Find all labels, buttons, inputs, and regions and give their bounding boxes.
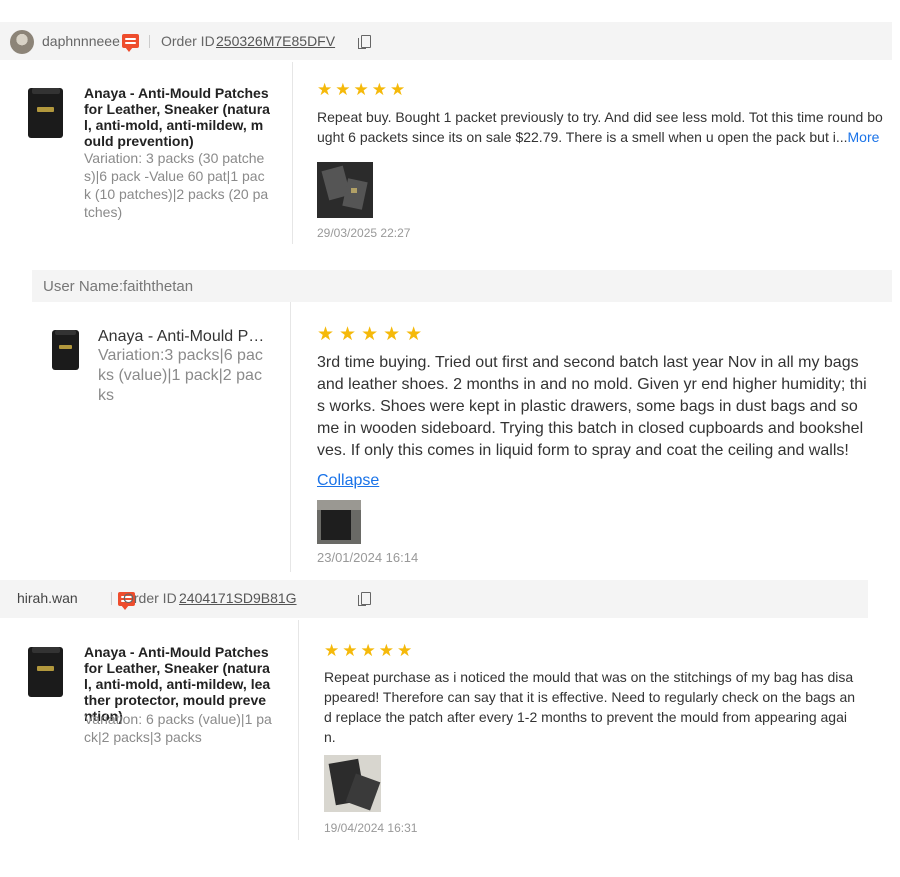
product-variation: Variation: 3 packs (30 patches)|6 pack -… <box>84 150 269 220</box>
order-id-label: Order ID <box>123 590 177 606</box>
username[interactable]: daphnnneee <box>42 33 120 49</box>
review-date: 29/03/2025 22:27 <box>317 226 411 240</box>
order-id-label: Order ID <box>161 33 215 49</box>
header-divider <box>149 35 150 48</box>
review-photo[interactable] <box>317 500 361 544</box>
product-image[interactable] <box>28 88 63 138</box>
column-divider <box>290 302 291 572</box>
copy-icon[interactable] <box>358 35 372 49</box>
order-id-link[interactable]: 250326M7E85DFV <box>216 33 335 49</box>
review-photo[interactable] <box>317 162 373 218</box>
product-variation: Variation:3 packs|6 packs (value)|1 pack… <box>98 347 263 404</box>
star-rating: ★★★★★ <box>317 324 428 345</box>
review-date: 23/01/2024 16:14 <box>317 550 419 565</box>
review-body: Repeat buy. Bought 1 packet previously t… <box>317 109 883 145</box>
username[interactable]: hirah.wan <box>17 590 78 606</box>
review-date: 19/04/2024 16:31 <box>324 821 418 835</box>
product-image[interactable] <box>52 330 79 370</box>
review-text: 3rd time buying. Tried out first and sec… <box>317 354 867 459</box>
product-name[interactable]: Anaya - Anti-Mould Patches for Leather, … <box>84 85 270 149</box>
product-name[interactable]: Anaya - Anti-Mould Pat... <box>98 327 268 347</box>
order-id-link[interactable]: 2404171SD9B81G <box>179 590 297 606</box>
chat-icon[interactable] <box>122 34 139 52</box>
product-image[interactable] <box>28 647 63 697</box>
copy-icon[interactable] <box>358 592 372 606</box>
review-text: Repeat purchase as i noticed the mould t… <box>324 669 856 745</box>
header-divider <box>111 592 112 605</box>
review-photo[interactable] <box>324 755 381 812</box>
star-rating: ★★★★★ <box>324 641 416 660</box>
star-rating: ★★★★★ <box>317 80 409 99</box>
avatar[interactable] <box>10 30 34 54</box>
review-text: Repeat buy. Bought 1 packet previously t… <box>317 107 889 147</box>
column-divider <box>298 620 299 840</box>
more-link[interactable]: More <box>848 129 880 145</box>
product-variation: Variation: 6 packs (value)|1 pack|2 pack… <box>84 711 272 745</box>
column-divider <box>292 62 293 244</box>
collapse-link[interactable]: Collapse <box>317 472 379 490</box>
username-label: User Name:faiththetan <box>43 278 194 295</box>
